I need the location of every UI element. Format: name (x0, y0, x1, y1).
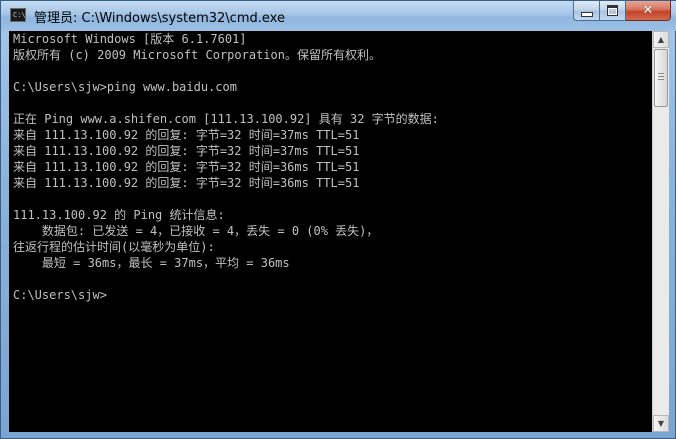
close-icon: ✕ (642, 3, 654, 18)
console-line: 往返行程的估计时间(以毫秒为单位): (13, 240, 215, 254)
console-output[interactable]: Microsoft Windows [版本 6.1.7601] 版权所有 (c) … (9, 31, 652, 432)
console-line: 数据包: 已发送 = 4，已接收 = 4，丢失 = 0 (0% 丢失)， (13, 224, 379, 238)
minimize-button[interactable] (573, 1, 600, 21)
console-line: 来自 111.13.100.92 的回复: 字节=32 时间=36ms TTL=… (13, 160, 360, 174)
scroll-up-button[interactable]: ▲ (653, 31, 669, 48)
console-line: C:\Users\sjw>ping www.baidu.com (13, 80, 237, 94)
scroll-thumb[interactable] (654, 49, 668, 107)
window-title: 管理员: C:\Windows\system32\cmd.exe (34, 11, 285, 26)
console-line: 来自 111.13.100.92 的回复: 字节=32 时间=37ms TTL=… (13, 128, 360, 142)
console-line: 来自 111.13.100.92 的回复: 字节=32 时间=37ms TTL=… (13, 144, 360, 158)
minimize-icon (580, 11, 593, 17)
maximize-button[interactable] (600, 1, 626, 21)
cmd-window: C:\ 管理员: C:\Windows\system32\cmd.exe ✕ M… (0, 0, 676, 439)
console-line: 111.13.100.92 的 Ping 统计信息: (13, 208, 225, 222)
console-line: 最短 = 36ms，最长 = 37ms，平均 = 36ms (13, 256, 290, 270)
grip-line (658, 76, 664, 77)
grip-line (658, 79, 664, 80)
console-line: 正在 Ping www.a.shifen.com [111.13.100.92]… (13, 112, 439, 126)
grip-line (658, 73, 664, 74)
console-line: C:\Users\sjw> (13, 288, 107, 302)
console-line: 版权所有 (c) 2009 Microsoft Corporation。保留所有… (13, 48, 381, 62)
console-line: 来自 111.13.100.92 的回复: 字节=32 时间=36ms TTL=… (13, 176, 360, 190)
close-button[interactable]: ✕ (626, 1, 671, 21)
scroll-down-button[interactable]: ▼ (653, 415, 669, 432)
console-line: Microsoft Windows [版本 6.1.7601] (13, 32, 247, 46)
title-bar[interactable]: C:\ 管理员: C:\Windows\system32\cmd.exe ✕ (1, 1, 676, 31)
vertical-scrollbar[interactable]: ▲ ▼ (652, 31, 669, 432)
maximize-icon (607, 5, 618, 16)
caption-buttons: ✕ (573, 1, 671, 22)
cmd-icon[interactable]: C:\ (10, 8, 26, 22)
console-text: Microsoft Windows [版本 6.1.7601] 版权所有 (c) … (9, 31, 652, 303)
